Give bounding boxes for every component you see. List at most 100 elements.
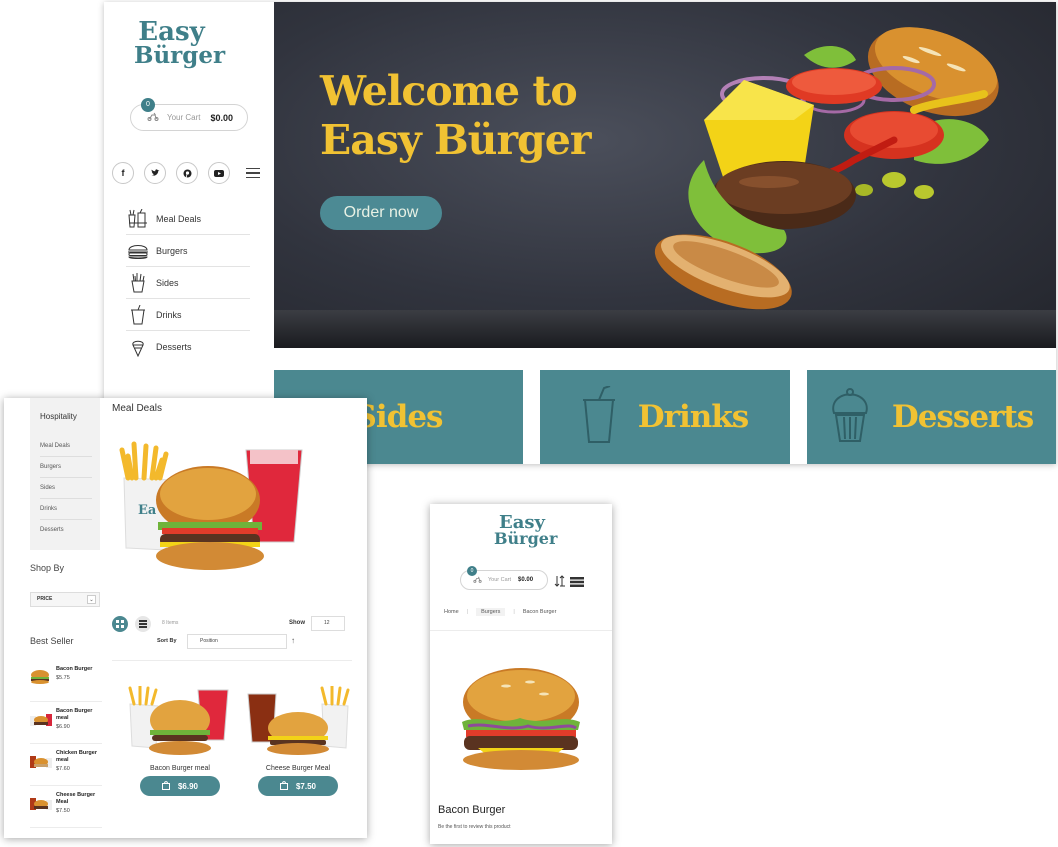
shopping-bag-icon: [279, 780, 288, 792]
tile-label: Drinks: [637, 399, 749, 435]
sidebar: Easy Bürger 0 Your Cart $0.00 f Meal Dea…: [104, 2, 274, 464]
add-to-cart-button[interactable]: $6.90: [140, 776, 220, 796]
sort-arrows-icon[interactable]: [554, 574, 566, 592]
menu-item-label: Desserts: [156, 342, 192, 352]
flying-burger-image: [654, 27, 999, 310]
add-to-cart-button[interactable]: $7.50: [258, 776, 338, 796]
logo[interactable]: Easy Bürger: [134, 17, 226, 69]
hero-title-line-1: Welcome to: [320, 67, 578, 115]
best-seller-price: $7.50: [56, 808, 70, 815]
bacon-burger-meal-image[interactable]: [128, 684, 232, 756]
cart-button[interactable]: 0 Your Cart $0.00: [130, 98, 248, 131]
sidebar-link-desserts[interactable]: Desserts: [40, 520, 92, 541]
tile-label: Desserts: [891, 399, 1034, 435]
bacon-burger-image: [462, 668, 580, 770]
list-icon: [139, 620, 147, 628]
breadcrumb: Home | Burgers | Bacon Burger: [444, 608, 556, 616]
category-tiles: Sides Drinks Desserts: [274, 348, 1056, 464]
twitter-icon[interactable]: [144, 162, 166, 184]
sidebar-link-meal-deals[interactable]: Meal Deals: [40, 436, 92, 457]
divider: [112, 660, 352, 661]
sort-by-label: Sort By: [157, 638, 177, 644]
menu-item-desserts[interactable]: Desserts: [126, 331, 250, 363]
category-page-screenshot: Hospitality Meal Deals Burgers Sides Dri…: [4, 398, 367, 838]
scooter-icon: [147, 112, 159, 124]
cart-count-badge: 0: [141, 98, 155, 112]
product-card: Cheese Burger Meal $7.50: [238, 684, 358, 796]
logo-line-1: Easy: [138, 17, 205, 47]
list-view-button[interactable]: [135, 616, 151, 632]
meal-deal-icon: [126, 208, 150, 230]
menu-item-drinks[interactable]: Drinks: [126, 299, 250, 331]
facebook-icon[interactable]: f: [112, 162, 134, 184]
best-seller-name: Bacon Burger: [56, 666, 93, 672]
menu-item-burgers[interactable]: Burgers: [126, 235, 250, 267]
ice-cream-icon: [126, 336, 150, 358]
cart-button[interactable]: 0 Your Cart $0.00: [460, 566, 548, 590]
menu-item-meal-deals[interactable]: Meal Deals: [126, 203, 250, 235]
pinterest-icon[interactable]: [176, 162, 198, 184]
breadcrumb-burgers[interactable]: Burgers: [476, 608, 506, 616]
drink-cup-icon: [582, 384, 616, 449]
youtube-icon[interactable]: [208, 162, 230, 184]
logo-line-2: Bürger: [134, 41, 226, 69]
product-price: $6.90: [177, 781, 199, 791]
category-menu: Meal Deals Burgers Sides Drinks Desserts: [126, 203, 250, 363]
sidebar-link-burgers[interactable]: Burgers: [40, 457, 92, 478]
meal-thumbnail: [30, 792, 52, 827]
social-links: f: [112, 162, 260, 184]
logo-line-2: Bürger: [494, 529, 558, 549]
hero-title-line-2: Easy Bürger: [320, 116, 591, 165]
show-label: Show: [289, 620, 305, 626]
best-seller-price: $5.75: [56, 675, 70, 682]
product-name[interactable]: Cheese Burger Meal: [238, 765, 358, 772]
hamburger-menu-icon[interactable]: [246, 167, 260, 179]
grid-icon: [116, 620, 124, 628]
meal-thumbnail: [30, 750, 52, 785]
menu-item-label: Sides: [156, 277, 179, 288]
menu-item-label: Meal Deals: [156, 213, 202, 224]
menu-icon[interactable]: [570, 574, 584, 592]
logo[interactable]: Easy Bürger: [494, 513, 558, 549]
grid-view-button[interactable]: [112, 616, 128, 632]
items-count: 8 Items: [162, 620, 179, 626]
product-name[interactable]: Bacon Burger meal: [120, 765, 240, 772]
menu-item-label: Burgers: [156, 245, 188, 256]
sort-by-select[interactable]: Position: [187, 634, 287, 649]
best-seller-item[interactable]: Cheese Burger Meal $7.50: [30, 786, 102, 828]
burger-icon: [126, 240, 150, 262]
breadcrumb-home[interactable]: Home: [444, 609, 459, 615]
best-seller-item[interactable]: Bacon Burger $5.75: [30, 660, 102, 702]
best-seller-item[interactable]: Chicken Burger meal $7.60: [30, 744, 102, 786]
show-per-page-select[interactable]: 12: [311, 616, 345, 631]
page-title: Meal Deals: [112, 403, 163, 414]
best-seller-price: $7.60: [56, 766, 70, 773]
best-seller-name: Chicken Burger meal: [56, 750, 97, 764]
cart-label: Your Cart: [488, 577, 512, 583]
best-seller-heading: Best Seller: [30, 636, 74, 646]
fries-icon: [126, 272, 150, 294]
tile-label: Sides: [354, 399, 443, 435]
menu-item-label: Drinks: [156, 309, 182, 320]
price-filter[interactable]: PRICE ⌄: [30, 592, 100, 607]
divider: [430, 630, 612, 631]
best-seller-name: Cheese Burger Meal: [56, 792, 96, 806]
sidebar-link-drinks[interactable]: Drinks: [40, 499, 92, 520]
sidebar-link-sides[interactable]: Sides: [40, 478, 92, 499]
sidebar-title: Hospitality: [40, 412, 77, 421]
cheese-burger-meal-image[interactable]: [246, 684, 350, 756]
review-link[interactable]: Be the first to review this product: [438, 824, 511, 830]
tile-desserts[interactable]: Desserts: [807, 370, 1056, 464]
cart-total: $0.00: [518, 577, 534, 583]
home-page-screenshot: Easy Bürger 0 Your Cart $0.00 f Meal Dea…: [104, 2, 1056, 464]
hero-banner: Welcome to Easy Bürger Order now: [274, 2, 1056, 348]
order-now-button[interactable]: Order now: [320, 196, 442, 230]
menu-item-sides[interactable]: Sides: [126, 267, 250, 299]
tile-drinks[interactable]: Drinks: [540, 370, 790, 464]
product-price: $7.50: [295, 781, 317, 791]
best-seller-item[interactable]: Bacon Burger meal $6.90: [30, 702, 102, 744]
cupcake-icon: [830, 387, 870, 448]
breadcrumb-separator: |: [466, 609, 469, 615]
breadcrumb-current: Bacon Burger: [522, 609, 557, 615]
sort-direction-icon[interactable]: ↑: [291, 636, 295, 645]
